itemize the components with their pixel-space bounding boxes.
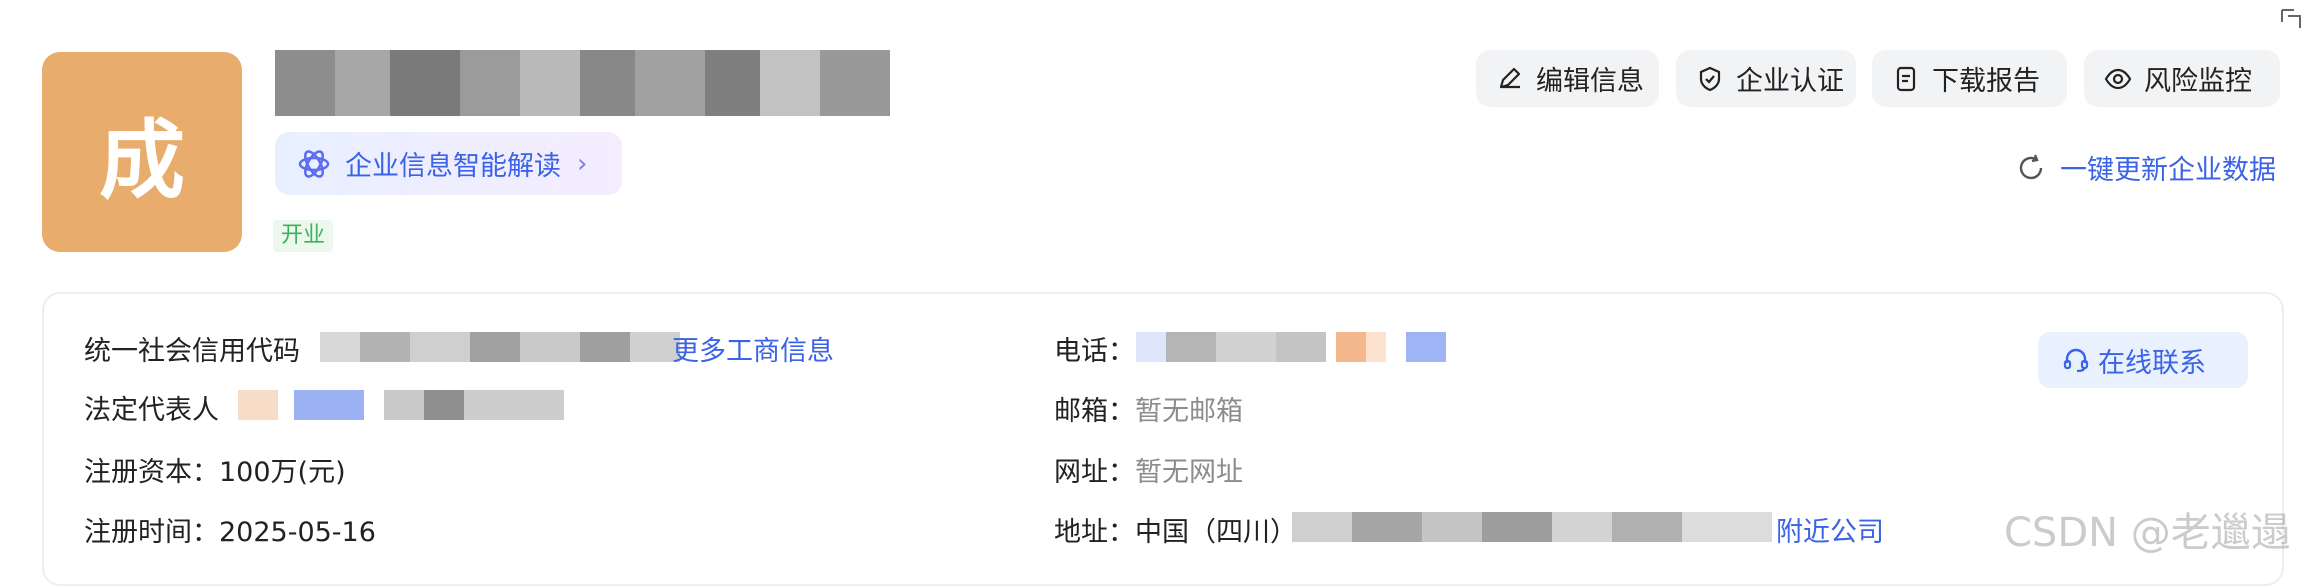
refresh-icon xyxy=(2019,154,2043,179)
reg-time-value: 2025-05-16 xyxy=(219,517,376,548)
risk-monitor-button[interactable]: 风险监控 xyxy=(2084,50,2280,107)
reg-time-row: 注册时间：2025-05-16 xyxy=(84,510,376,549)
legal-rep-redacted xyxy=(238,390,568,420)
reg-time-label: 注册时间： xyxy=(84,517,219,548)
eye-icon xyxy=(2104,68,2132,89)
phone-label: 电话： xyxy=(1054,336,1135,367)
email-label: 邮箱： xyxy=(1054,396,1135,427)
website-value: 暂无网址 xyxy=(1135,457,1243,488)
company-name-redacted xyxy=(275,50,890,116)
avatar-char: 成 xyxy=(99,110,185,211)
address-label: 地址： xyxy=(1054,517,1135,548)
email-value: 暂无邮箱 xyxy=(1135,396,1243,427)
status-badge: 开业 xyxy=(273,220,334,252)
headset-icon xyxy=(2063,348,2089,373)
phone-redacted xyxy=(1136,332,1480,362)
credit-code-redacted xyxy=(320,332,680,362)
address-value: 中国（四川） xyxy=(1135,517,1297,548)
nearby-companies-link[interactable]: 附近公司 xyxy=(1776,510,1884,549)
email-row: 邮箱：暂无邮箱 xyxy=(1054,389,1243,428)
pencil-icon xyxy=(1499,67,1521,88)
credit-code-label: 统一社会信用代码 xyxy=(84,336,300,367)
more-business-info-link[interactable]: 更多工商信息 xyxy=(672,329,834,368)
reg-capital-value: 100万(元) xyxy=(219,457,346,488)
legal-rep-label: 法定代表人 xyxy=(84,395,219,426)
shield-check-icon xyxy=(1699,66,1721,91)
chevron-right-icon: › xyxy=(577,148,588,179)
ai-summary-button[interactable]: 企业信息智能解读 › xyxy=(275,132,622,195)
address-row: 地址：中国（四川） xyxy=(1054,510,1297,549)
website-label: 网址： xyxy=(1054,457,1135,488)
online-contact-button[interactable]: 在线联系 xyxy=(2038,332,2248,388)
company-avatar: 成 xyxy=(42,52,242,252)
certify-label: 企业认证 xyxy=(1736,66,1844,97)
ai-summary-label: 企业信息智能解读 xyxy=(345,151,561,182)
refresh-data-link[interactable]: 一键更新企业数据 xyxy=(2016,148,2276,187)
download-report-button[interactable]: 下载报告 xyxy=(1872,50,2067,107)
edit-info-button[interactable]: 编辑信息 xyxy=(1476,50,1659,107)
reg-capital-label: 注册资本： xyxy=(84,457,219,488)
download-report-label: 下载报告 xyxy=(1932,66,2040,97)
website-row: 网址：暂无网址 xyxy=(1054,450,1243,489)
corner-icon xyxy=(2281,9,2301,28)
document-icon xyxy=(1896,66,1916,91)
refresh-data-label: 一键更新企业数据 xyxy=(2060,155,2276,186)
reg-capital-row: 注册资本：100万(元) xyxy=(84,450,346,489)
certify-button[interactable]: 企业认证 xyxy=(1676,50,1856,107)
online-contact-label: 在线联系 xyxy=(2098,347,2206,379)
address-redacted xyxy=(1292,512,1772,542)
atom-icon xyxy=(298,149,330,178)
risk-monitor-label: 风险监控 xyxy=(2144,66,2252,97)
watermark: CSDN @老邋遢 xyxy=(2004,510,2291,556)
edit-info-label: 编辑信息 xyxy=(1536,66,1644,97)
